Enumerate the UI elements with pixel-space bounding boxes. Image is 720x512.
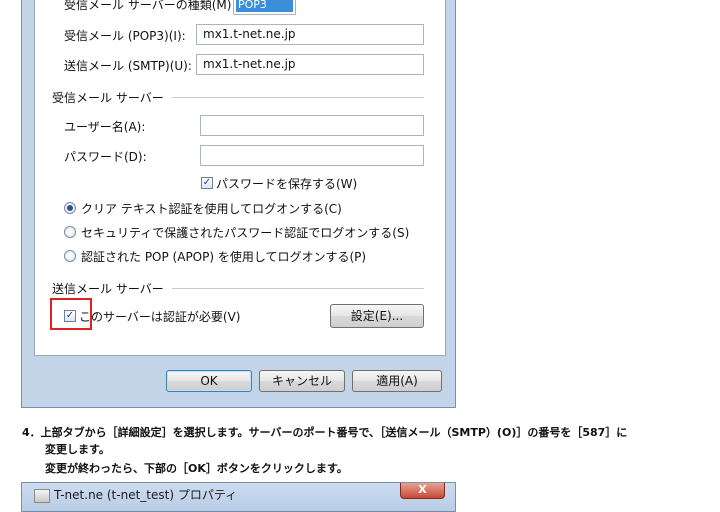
outgoing-smtp-input[interactable]: mx1.t-net.ne.jp [196, 54, 424, 75]
properties-window-titlebar: T-net.ne (t-net_test) プロパティ X [21, 482, 456, 512]
auth-radio-secure-password[interactable] [64, 226, 76, 238]
incoming-section-heading: 受信メール サーバー [52, 89, 172, 106]
password-label: パスワード(D): [64, 150, 147, 164]
username-label: ユーザー名(A): [64, 120, 146, 134]
mail-account-icon [34, 489, 50, 503]
instruction-continuation: 変更します。 [45, 443, 110, 456]
close-icon[interactable]: X [400, 483, 445, 499]
settings-button[interactable]: 設定(E)... [330, 304, 424, 328]
outgoing-smtp-label: 送信メール (SMTP)(U): [64, 59, 192, 73]
smtp-auth-checkbox[interactable]: ✓ [64, 310, 76, 322]
smtp-auth-label: このサーバーは認証が必要(V) [79, 310, 241, 324]
incoming-pop3-input[interactable]: mx1.t-net.ne.jp [196, 24, 424, 45]
username-input[interactable] [200, 115, 424, 136]
window-title: T-net.ne (t-net_test) プロパティ [54, 488, 238, 502]
instruction-step-4: 4．上部タブから［詳細設定］を選択します。サーバーのポート番号で、［送信メール（… [22, 426, 628, 439]
incoming-server-type-label: 受信メール サーバーの種類(M) [64, 0, 232, 12]
cancel-button[interactable]: キャンセル [259, 370, 345, 392]
auth-radio-clear-text[interactable] [64, 202, 76, 214]
apply-button[interactable]: 適用(A) [352, 370, 442, 392]
instruction-click-ok: 変更が終わったら、下部の［OK］ボタンをクリックします。 [45, 462, 348, 475]
save-password-label: パスワードを保存する(W) [216, 177, 358, 191]
password-input[interactable] [200, 145, 424, 166]
incoming-server-type-field[interactable]: POP3 [233, 0, 296, 15]
ok-button[interactable]: OK [166, 370, 252, 392]
auth-option-label: クリア テキスト認証を使用してログオンする(C) [81, 202, 342, 216]
incoming-server-type-value: POP3 [236, 0, 293, 12]
auth-radio-apop[interactable] [64, 250, 76, 262]
auth-option-label: セキュリティで保護されたパスワード認証でログオンする(S) [81, 226, 410, 240]
outgoing-section-heading: 送信メール サーバー [52, 280, 172, 297]
save-password-checkbox[interactable]: ✓ [201, 177, 213, 189]
incoming-pop3-label: 受信メール (POP3)(I): [64, 29, 186, 43]
auth-option-label: 認証された POP (APOP) を使用してログオンする(P) [81, 250, 367, 264]
